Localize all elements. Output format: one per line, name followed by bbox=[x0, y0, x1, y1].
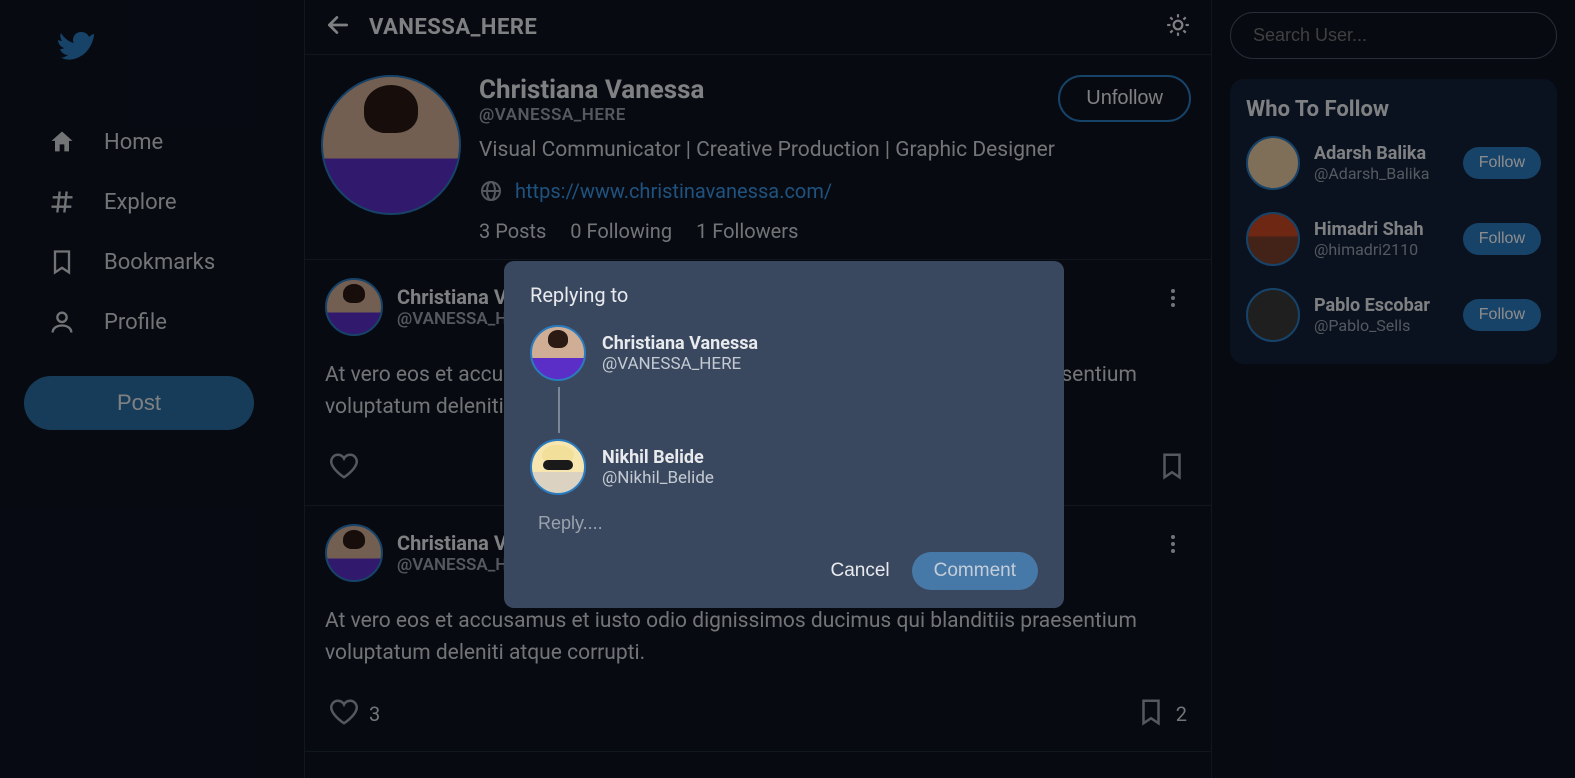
thread-line bbox=[558, 387, 560, 433]
modal-title: Replying to bbox=[530, 283, 1038, 307]
modal-replier: Nikhil Belide @Nikhil_Belide bbox=[530, 439, 1038, 495]
modal-original-user: Christiana Vanessa @VANESSA_HERE bbox=[530, 325, 1038, 381]
modal-replier-name: Nikhil Belide bbox=[602, 447, 714, 468]
cancel-button[interactable]: Cancel bbox=[830, 560, 889, 582]
modal-avatar bbox=[530, 325, 586, 381]
modal-replier-handle: @Nikhil_Belide bbox=[602, 468, 714, 488]
reply-input[interactable] bbox=[530, 495, 1038, 542]
modal-user-handle: @VANESSA_HERE bbox=[602, 354, 758, 374]
modal-user-name: Christiana Vanessa bbox=[602, 333, 758, 354]
modal-avatar bbox=[530, 439, 586, 495]
comment-button[interactable]: Comment bbox=[912, 552, 1038, 590]
reply-modal: Replying to Christiana Vanessa @VANESSA_… bbox=[504, 261, 1064, 608]
